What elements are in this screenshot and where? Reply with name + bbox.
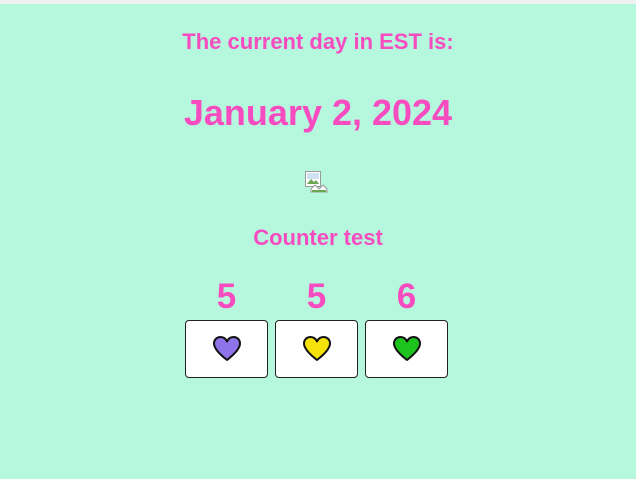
green-heart-button[interactable] xyxy=(365,320,448,378)
broken-image-icon xyxy=(305,171,329,193)
counter-value: 5 xyxy=(216,277,237,316)
counter-title: Counter test xyxy=(253,225,383,250)
counter-purple: 5 xyxy=(185,278,268,378)
yellow-heart-button[interactable] xyxy=(275,320,358,378)
browser-top-strip xyxy=(0,0,636,4)
heart-icon xyxy=(212,336,241,362)
heart-icon xyxy=(392,336,421,362)
current-date: January 2, 2024 xyxy=(183,92,453,133)
counter-yellow: 5 xyxy=(275,278,358,378)
counter-green: 6 xyxy=(365,278,448,378)
heart-icon xyxy=(302,336,331,362)
day-label: The current day in EST is: xyxy=(182,29,454,54)
purple-heart-button[interactable] xyxy=(185,320,268,378)
counter-value: 6 xyxy=(396,277,417,316)
counter-value: 5 xyxy=(306,277,327,316)
